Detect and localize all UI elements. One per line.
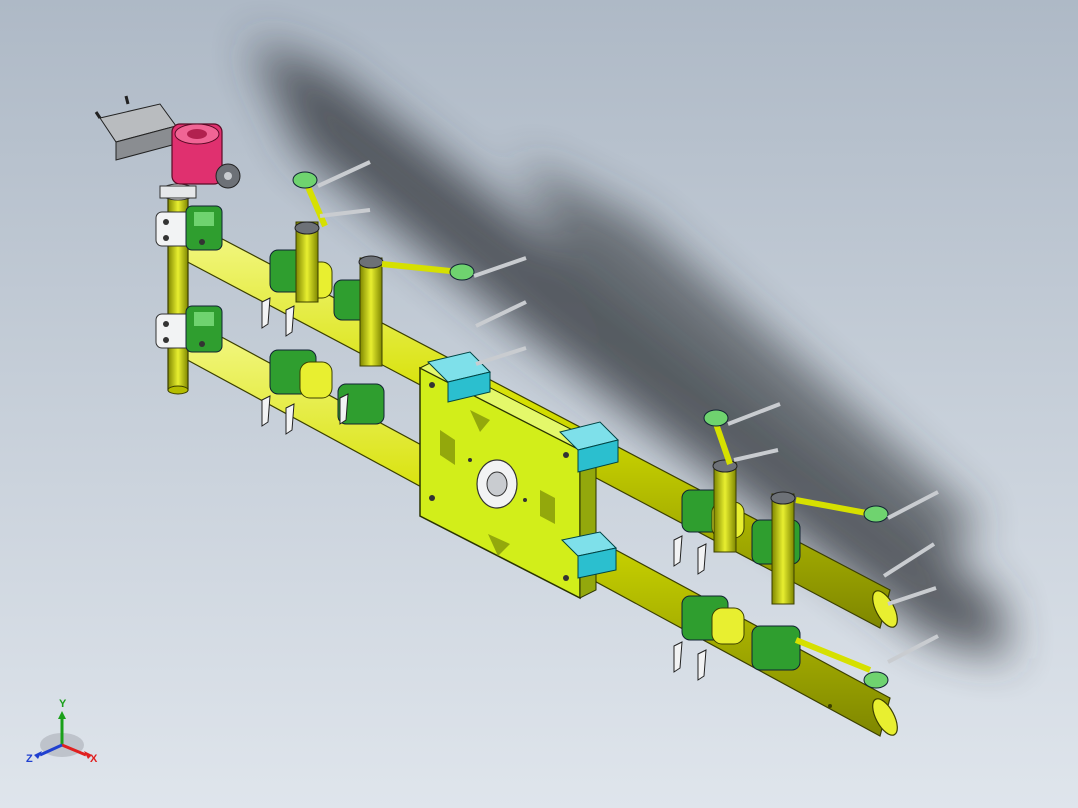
top-collar bbox=[159, 183, 197, 201]
triad-y-label: Y bbox=[59, 698, 67, 710]
left-clamp-upper[interactable] bbox=[155, 205, 223, 251]
cad-viewport[interactable]: X Y Z bbox=[0, 0, 1078, 808]
triad-x-label: X bbox=[90, 753, 98, 765]
triad-z-label: Z bbox=[26, 753, 33, 765]
model-scene[interactable]: X Y Z bbox=[0, 0, 1078, 808]
